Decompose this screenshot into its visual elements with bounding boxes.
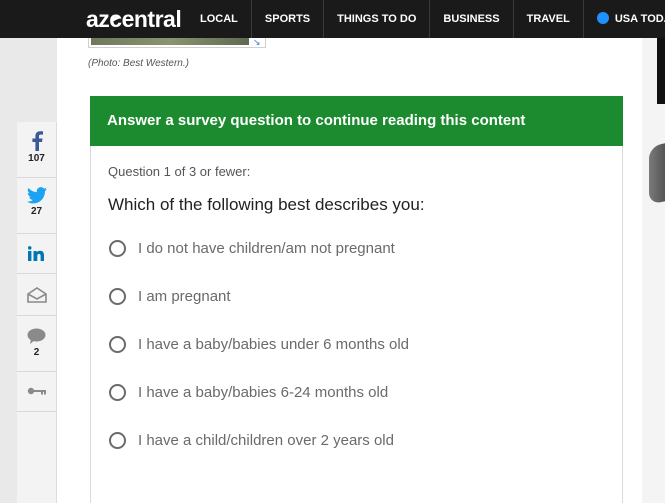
linkedin-icon [28,246,44,261]
option-label: I have a baby/babies 6-24 months old [138,384,389,401]
comment-count: 2 [33,347,40,358]
facebook-icon [31,131,43,151]
survey-progress: Question 1 of 3 or fewer: [108,164,251,179]
survey-panel: Answer a survey question to continue rea… [90,96,623,503]
share-email[interactable] [17,274,56,316]
photo-image [91,38,249,45]
radio-button[interactable] [109,288,126,305]
option-label: I have a baby/babies under 6 months old [138,336,410,353]
survey-question: Which of the following best describes yo… [108,195,425,214]
right-rail [642,38,665,503]
key-icon [27,387,46,395]
survey-option[interactable]: I have a baby/babies under 6 months old [109,336,409,353]
share-comments[interactable]: 2 [17,316,56,372]
radio-button[interactable] [109,432,126,449]
comment-bubble-icon [27,328,46,344]
radio-button[interactable] [109,336,126,353]
twitter-icon [26,187,47,204]
share-rail: 107 27 2 [17,122,57,503]
survey-option[interactable]: I do not have children/am not pregnant [109,240,395,257]
right-ad-graphic [649,143,665,205]
nav-item-things-to-do[interactable]: THINGS TO DO [323,0,429,38]
facebook-share-count: 107 [28,153,45,164]
share-more[interactable] [17,372,56,412]
survey-option[interactable]: I have a child/children over 2 years old [109,432,394,449]
nav-item-travel[interactable]: TRAVEL [512,0,583,38]
logo-prefix: az [86,6,110,32]
survey-option[interactable]: I have a baby/babies 6-24 months old [109,384,388,401]
section-nav: LOCAL SPORTS THINGS TO DO BUSINESS TRAVE… [187,0,665,38]
survey-header: Answer a survey question to continue rea… [90,96,623,146]
logo-z: c [109,6,122,32]
envelope-icon [26,287,47,303]
expand-icon[interactable]: ↘ [253,38,261,47]
option-label: I do not have children/am not pregnant [138,240,395,257]
usa-today-dot-icon [596,12,609,24]
photo-caption: (Photo: Best Western.) [88,58,189,69]
share-facebook[interactable]: 107 [17,122,56,178]
nav-item-sports[interactable]: SPORTS [250,0,323,38]
right-ad-block [657,38,665,104]
twitter-share-count: 27 [30,206,43,217]
top-navigation-bar: azcentral LOCAL SPORTS THINGS TO DO BUSI… [0,0,665,38]
radio-button[interactable] [109,240,126,257]
share-linkedin[interactable] [17,234,56,274]
nav-item-business[interactable]: BUSINESS [429,0,512,38]
article-photo[interactable]: ↘ [88,38,266,48]
option-label: I am pregnant [138,288,231,305]
usa-today-label: USA TODAY [614,13,665,25]
survey-option[interactable]: I am pregnant [109,288,231,305]
radio-button[interactable] [109,384,126,401]
nav-item-local[interactable]: LOCAL [187,0,251,38]
left-gutter [0,38,17,503]
option-label: I have a child/children over 2 years old [138,432,394,449]
logo-suffix: entral [121,6,182,32]
nav-item-usa-today[interactable]: USA TODAY [582,0,665,38]
share-twitter[interactable]: 27 [17,178,56,234]
azcentral-logo[interactable]: azcentral [86,0,186,38]
